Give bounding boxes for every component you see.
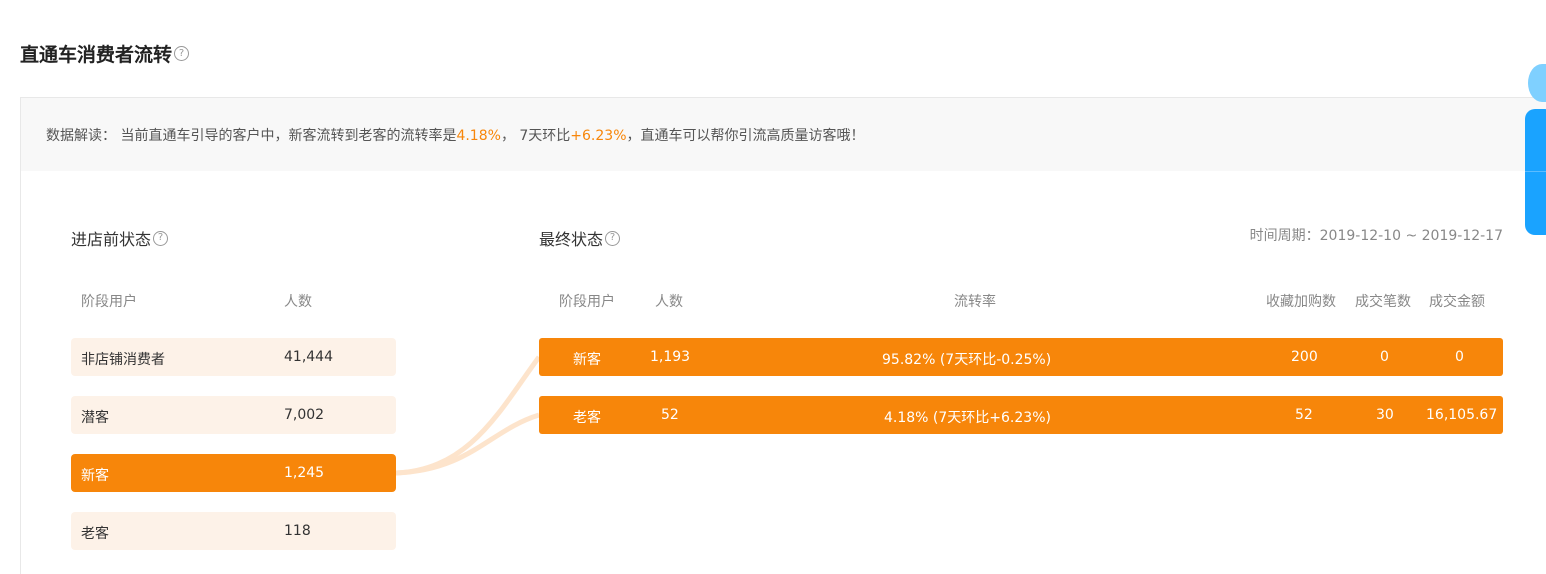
page: 直通车消费者流转 ? 数据解读： 当前直通车引导的客户中，新客流转到老客的流转率… [0,0,1546,574]
final-state-title: 最终状态 [539,230,604,249]
insight-suffix: ，直通车可以帮你引流高质量访客哦！ [626,128,865,144]
side-toolbar-divider [1525,171,1546,172]
col-header-orders: 成交笔数 [1355,294,1411,310]
question-circle-icon[interactable]: ? [605,230,621,246]
before-state-title: 进店前状态 [71,230,152,249]
final-state-heading: 最终状态 ? [539,226,621,250]
row-stage: 老客 [81,526,109,542]
col-header-count: 人数 [284,294,312,310]
col-header-amount: 成交金额 [1429,294,1485,310]
row-count: 52 [661,407,679,423]
before-row-old[interactable]: 老客 118 [71,512,396,550]
before-row-non-store[interactable]: 非店铺消费者 41,444 [71,338,396,376]
row-orders: 30 [1376,407,1394,423]
row-count: 7,002 [284,407,325,423]
row-stage: 非店铺消费者 [81,352,165,368]
col-header-count: 人数 [655,294,683,310]
final-row-old[interactable]: 老客 52 4.18% (7天环比+6.23%) 52 30 16,105.67 [539,396,1503,434]
row-rate: 95.82% (7天环比-0.25%) [882,352,1052,368]
row-count: 1,245 [284,465,325,481]
page-title: 直通车消费者流转 ? [20,40,190,67]
row-amount: 16,105.67 [1426,407,1498,423]
before-state-heading: 进店前状态 ? [71,226,169,250]
row-amount: 0 [1455,349,1464,365]
row-stage: 老客 [573,410,601,426]
col-header-stage: 阶段用户 [81,294,137,310]
question-circle-icon[interactable]: ? [174,46,190,61]
insight-change: +6.23% [570,128,627,144]
page-title-text: 直通车消费者流转 [20,44,173,66]
flow-panel: 数据解读： 当前直通车引导的客户中，新客流转到老客的流转率是4.18%， 7天环… [20,97,1546,574]
insight-bar: 数据解读： 当前直通车引导的客户中，新客流转到老客的流转率是4.18%， 7天环… [21,98,1546,171]
final-row-new[interactable]: 新客 1,193 95.82% (7天环比-0.25%) 200 0 0 [539,338,1503,376]
row-rate: 4.18% (7天环比+6.23%) [884,410,1051,426]
question-circle-icon[interactable]: ? [153,230,169,246]
col-header-stage: 阶段用户 [559,294,615,310]
row-stage: 潜客 [81,410,109,426]
time-period: 时间周期：2019-12-10 ~ 2019-12-17 [1249,228,1503,244]
before-row-new[interactable]: 新客 1,245 [71,454,396,492]
insight-mid: ， 7天环比 [500,128,571,144]
insight-text: 数据解读： 当前直通车引导的客户中，新客流转到老客的流转率是4.18%， 7天环… [46,125,865,145]
row-count: 118 [284,523,311,539]
side-toolbar[interactable] [1525,109,1546,235]
row-fav: 52 [1295,407,1313,423]
row-orders: 0 [1380,349,1389,365]
insight-prefix: 数据解读： 当前直通车引导的客户中，新客流转到老客的流转率是 [46,128,457,144]
row-fav: 200 [1291,349,1318,365]
row-count: 1,193 [650,349,691,365]
row-stage: 新客 [573,352,601,368]
before-row-potential[interactable]: 潜客 7,002 [71,396,396,434]
col-header-fav: 收藏加购数 [1266,294,1336,310]
row-stage: 新客 [81,468,109,484]
col-header-rate: 流转率 [954,294,996,310]
insight-rate: 4.18% [456,128,501,144]
row-count: 41,444 [284,349,333,365]
